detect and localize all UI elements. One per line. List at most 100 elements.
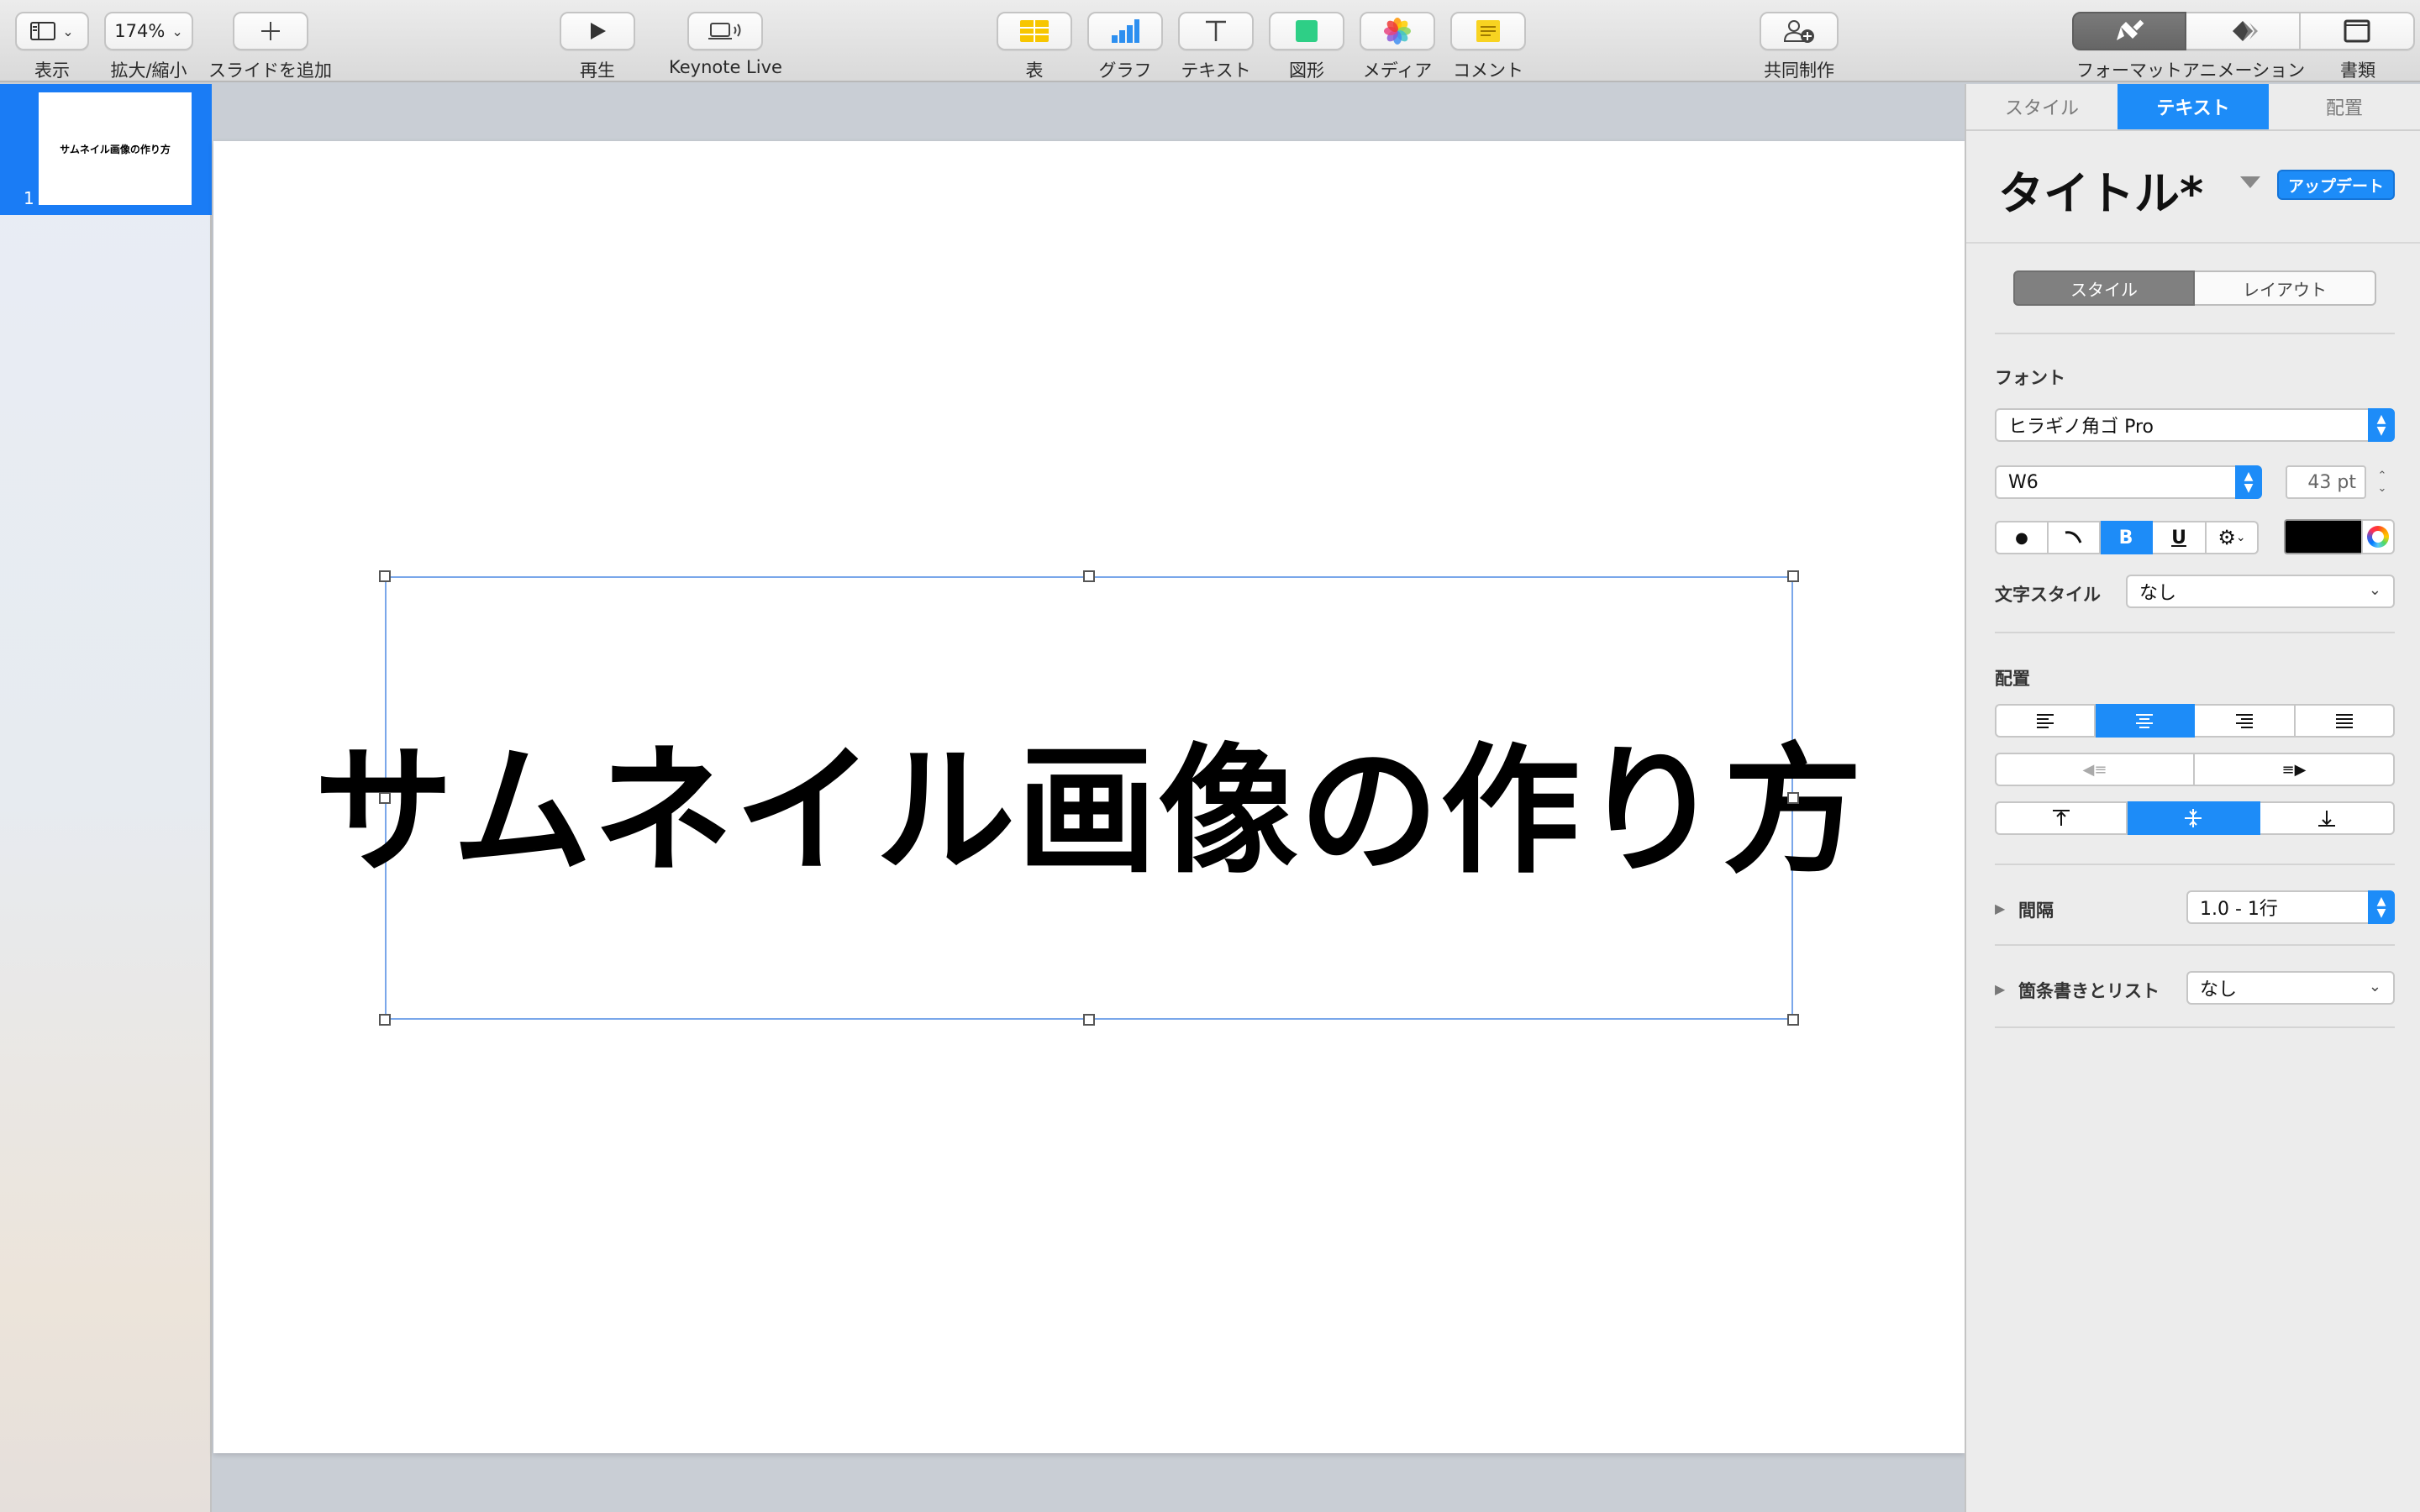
resize-handle-top[interactable] [1083,570,1095,582]
bullet-button[interactable]: ● [1995,521,2049,554]
font-size-field[interactable]: 43 pt [2286,465,2366,499]
zoom-button[interactable]: 174% ⌄ [104,12,193,50]
document-control[interactable]: 書類 [2301,12,2415,82]
text-style-buttons: ● B U ⚙ ⌄ [1995,521,2259,554]
font-weight-popup[interactable]: W6 ▲ ▼ [1995,465,2262,499]
format-control[interactable]: フォーマット [2072,12,2186,82]
text-color-well[interactable] [2284,519,2363,554]
media-button[interactable] [1360,12,1435,50]
align-middle-button[interactable] [2128,801,2260,835]
resize-handle-bottom[interactable] [1083,1014,1095,1026]
chart-label: グラフ [1098,60,1152,81]
animate-button[interactable] [2186,12,2301,50]
resize-handle-top-right[interactable] [1787,570,1799,582]
tab-style[interactable]: スタイル [1966,84,2118,129]
resize-handle-bottom-right[interactable] [1787,1014,1799,1026]
resize-handle-right[interactable] [1787,792,1799,804]
align-right-button[interactable] [2195,704,2296,738]
zoom-control[interactable]: 174% ⌄ 拡大/縮小 [104,12,193,82]
animate-label: アニメーション [2181,60,2306,81]
align-left-button[interactable] [1995,704,2096,738]
resize-handle-top-left[interactable] [379,570,391,582]
keynote-live-button[interactable] [687,12,764,50]
resize-handle-bottom-left[interactable] [379,1014,391,1026]
bold-button[interactable]: B [2101,521,2153,554]
font-family-popup[interactable]: ヒラギノ角ゴ Pro ▲ ▼ [1995,408,2395,442]
slide[interactable]: サムネイル画像の作り方 [213,141,1965,1453]
format-button[interactable] [2072,12,2186,50]
sidebar-view-icon [30,22,56,40]
chevron-down-icon: ⌄ [2368,581,2381,599]
paragraph-style-dropdown-icon[interactable] [2240,176,2260,188]
play-button[interactable] [560,12,635,50]
spacing-label[interactable]: 間隔 [2018,897,2054,922]
document-label: 書類 [2340,60,2375,81]
add-slide-control[interactable]: スライドを追加 [208,12,332,82]
disclosure-triangle-icon[interactable]: ▶ [1995,981,2005,997]
update-button[interactable]: アップデート [2277,170,2395,200]
add-slide-button[interactable] [232,12,308,50]
color-picker-button[interactable] [2361,519,2395,554]
char-style-popup[interactable]: なし ⌄ [2126,575,2395,608]
align-justify-button[interactable] [2296,704,2395,738]
slide-canvas[interactable]: サムネイル画像の作り方 [213,84,1965,1512]
resize-handle-left[interactable] [379,792,391,804]
paragraph-style-name[interactable]: タイトル* [1998,156,2203,223]
play-control[interactable]: 再生 [560,12,635,82]
bullets-popup[interactable]: なし ⌄ [2186,971,2395,1005]
slide-thumbnail[interactable]: サムネイル画像の作り方 [39,92,192,205]
tab-text[interactable]: テキスト [2118,84,2269,129]
view-control[interactable]: ⌄ 表示 [15,12,89,82]
collaborate-icon [1783,20,1814,43]
align-top-button[interactable] [1995,801,2128,835]
slide-thumbnail-selected[interactable]: サムネイル画像の作り方 1 [0,84,212,215]
photos-icon [1384,18,1411,45]
spacing-value: 1.0 - 1行 [2200,899,2278,920]
title-textbox[interactable]: サムネイル画像の作り方 [314,570,1862,1026]
paragraph-style-row: タイトル* アップデート [1966,131,2420,244]
italic-button[interactable] [2049,521,2101,554]
spacing-popup[interactable]: 1.0 - 1行 ▲ ▼ [2186,890,2395,924]
collaborate-button[interactable] [1760,12,1839,50]
comment-button[interactable] [1450,12,1526,50]
underline-button[interactable]: U [2153,521,2207,554]
align-bottom-button[interactable] [2260,801,2395,835]
text-control[interactable]: テキスト [1178,12,1254,82]
text-options-button[interactable]: ⚙ ⌄ [2207,521,2259,554]
shape-button[interactable] [1269,12,1344,50]
keynote-live-label: Keynote Live [669,57,782,77]
disclosure-triangle-icon[interactable]: ▶ [1995,900,2005,916]
comment-icon [1476,20,1500,42]
stepper-up-icon[interactable]: ⌃ [2378,470,2387,482]
decrease-indent-button[interactable]: ◀≡ [1995,753,2195,786]
keynote-live-control[interactable]: Keynote Live [669,12,782,77]
comment-label: コメント [1453,60,1523,81]
chart-button[interactable] [1087,12,1163,50]
comment-control[interactable]: コメント [1450,12,1526,82]
stepper-down-icon[interactable]: ⌄ [2378,482,2387,495]
slide-title[interactable]: サムネイル画像の作り方 [314,697,1865,900]
shape-control[interactable]: 図形 [1269,12,1344,82]
collaborate-control[interactable]: 共同制作 [1760,12,1839,82]
tab-arrange[interactable]: 配置 [2269,84,2420,129]
text-button[interactable] [1178,12,1254,50]
chart-control[interactable]: グラフ [1087,12,1163,82]
bullets-label[interactable]: 箇条書きとリスト [2018,978,2160,1003]
increase-indent-icon: ≡▶ [2281,760,2307,779]
text-subtabs: スタイル レイアウト [2013,270,2376,306]
media-control[interactable]: メディア [1360,12,1435,82]
align-center-icon [2136,713,2153,728]
subtab-style[interactable]: スタイル [2013,270,2195,306]
table-button[interactable] [997,12,1072,50]
increase-indent-button[interactable]: ≡▶ [2195,753,2395,786]
animate-diamond-icon [2233,21,2258,41]
document-button[interactable] [2301,12,2415,50]
indent-buttons: ◀≡ ≡▶ [1995,753,2395,786]
font-size-stepper[interactable]: ⌃ ⌄ [2373,465,2391,499]
animate-control[interactable]: アニメーション [2182,12,2305,82]
popup-arrows-icon: ▲ ▼ [2368,890,2395,924]
view-button[interactable]: ⌄ [15,12,89,50]
align-center-button[interactable] [2096,704,2195,738]
subtab-layout[interactable]: レイアウト [2195,270,2376,306]
table-control[interactable]: 表 [997,12,1072,82]
